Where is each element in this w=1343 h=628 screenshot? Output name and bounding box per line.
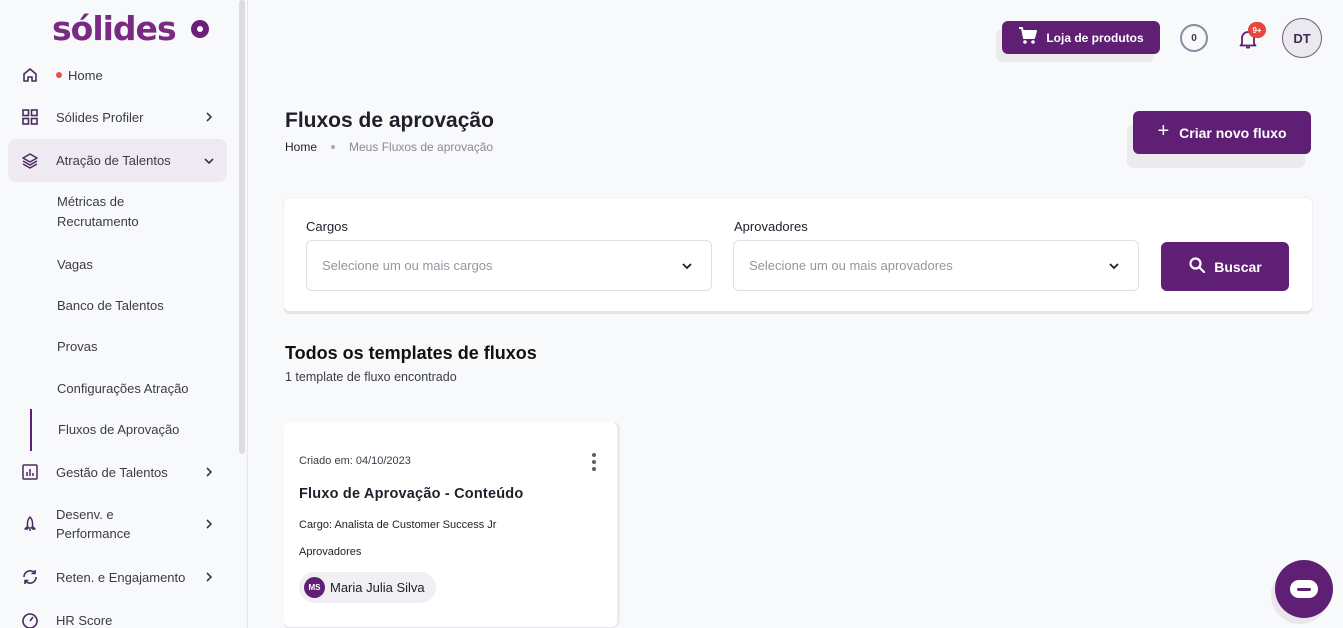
coins-counter[interactable]: 0 — [1180, 24, 1208, 52]
logo-dot-icon — [191, 20, 209, 38]
sidebar-item-label: Reten. e Engajamento — [56, 569, 186, 585]
template-card[interactable]: Criado em: 04/10/2023 Fluxo de Aprovação… — [284, 422, 617, 627]
chevron-right-icon — [203, 518, 215, 530]
chevron-down-icon — [1108, 260, 1120, 275]
sidebar-item-gestao-de-talentos[interactable]: Gestão de Talentos — [8, 461, 227, 483]
chevron-down-icon — [681, 260, 693, 275]
sidebar-item-solides-profiler[interactable]: Sólides Profiler — [8, 106, 227, 128]
sidebar-subitem-vagas[interactable]: Vagas — [57, 255, 93, 275]
cargos-placeholder: Selecione um ou mais cargos — [322, 258, 493, 273]
notifications-badge: 9+ — [1248, 22, 1266, 38]
templates-count: 1 template de fluxo encontrado — [285, 370, 457, 384]
templates-section-title: Todos os templates de fluxos — [285, 343, 537, 363]
template-approvers-label: Aprovadores — [299, 546, 362, 558]
chevron-right-icon — [203, 571, 215, 583]
subitem-label-line1: Métricas de — [57, 194, 125, 209]
label-line2: Performance — [56, 526, 131, 541]
layers-icon — [21, 152, 39, 170]
cart-icon — [1018, 27, 1038, 48]
gauge-icon — [21, 611, 39, 628]
aprovadores-select[interactable]: Selecione um ou mais aprovadores — [733, 240, 1139, 291]
sidebar-item-home[interactable]: Home — [8, 64, 227, 86]
rocket-icon — [21, 515, 39, 533]
active-indicator — [30, 409, 32, 451]
shop-button-label: Loja de produtos — [1046, 30, 1144, 45]
more-options-icon[interactable] — [587, 453, 601, 471]
sidebar-item-hr-score[interactable]: HR Score — [8, 609, 227, 628]
chevron-right-icon — [203, 111, 215, 123]
user-avatar[interactable]: DT — [1282, 18, 1322, 58]
sidebar-item-label: Desenv. e Performance — [56, 505, 130, 543]
label-line1: Desenv. e — [56, 507, 114, 522]
solides-logo[interactable]: sólides — [52, 8, 177, 48]
template-title: Fluxo de Aprovação - Conteúdo — [299, 486, 524, 502]
approver-avatar: MS — [304, 577, 325, 598]
approver-name: Maria Julia Silva — [330, 580, 425, 595]
template-created-date: Criado em: 04/10/2023 — [299, 455, 411, 467]
chat-icon — [1290, 580, 1318, 598]
search-button-label: Buscar — [1214, 258, 1262, 275]
plus-icon: + — [1157, 119, 1170, 142]
create-flow-label: Criar novo fluxo — [1179, 124, 1287, 141]
bar-chart-icon — [21, 463, 39, 481]
breadcrumb-home-link[interactable]: Home — [285, 140, 317, 154]
logo-text: sólides — [52, 8, 177, 48]
create-flow-button[interactable]: + Criar novo fluxo — [1133, 111, 1311, 154]
page-title: Fluxos de aprovação — [285, 109, 494, 132]
chevron-right-icon — [203, 466, 215, 478]
template-cargo: Cargo: Analista de Customer Success Jr — [299, 519, 497, 531]
sidebar-subitem-fluxos-de-aprovacao[interactable]: Fluxos de Aprovação — [58, 420, 179, 440]
sidebar-item-label: Gestão de Talentos — [56, 464, 168, 480]
sidebar-subitem-metricas[interactable]: Métricas de Recrutamento — [57, 192, 139, 232]
aprovadores-label: Aprovadores — [734, 219, 808, 234]
sidebar-subitem-provas[interactable]: Provas — [57, 337, 97, 357]
new-indicator-dot — [56, 72, 62, 79]
grid-icon — [21, 108, 39, 126]
sidebar-subitem-banco-de-talentos[interactable]: Banco de Talentos — [57, 296, 164, 316]
sidebar-item-label: Home — [56, 66, 103, 85]
breadcrumb-separator — [331, 145, 336, 149]
cargos-select[interactable]: Selecione um ou mais cargos — [306, 240, 712, 291]
sidebar-item-label: Atração de Talentos — [56, 153, 171, 168]
search-button[interactable]: Buscar — [1161, 242, 1289, 291]
refresh-icon — [21, 568, 39, 586]
sidebar: sólides Home Sólides Profiler Atração de… — [0, 0, 248, 628]
subitem-label-line2: Recrutamento — [57, 214, 139, 229]
chevron-down-icon — [203, 155, 215, 167]
shop-button[interactable]: Loja de produtos — [1002, 21, 1160, 54]
sidebar-item-reten-engajamento[interactable]: Reten. e Engajamento — [8, 566, 227, 588]
breadcrumb: Home Meus Fluxos de aprovação — [285, 140, 493, 154]
sidebar-item-label: HR Score — [56, 612, 113, 628]
sidebar-subitem-configuracoes[interactable]: Configurações Atração — [57, 379, 189, 399]
search-icon — [1188, 256, 1206, 277]
cargos-label: Cargos — [306, 219, 348, 234]
aprovadores-placeholder: Selecione um ou mais aprovadores — [749, 258, 953, 273]
sidebar-scrollbar[interactable] — [239, 0, 245, 454]
sidebar-item-atracao-de-talentos[interactable]: Atração de Talentos — [8, 139, 227, 182]
breadcrumb-current: Meus Fluxos de aprovação — [349, 140, 494, 154]
sidebar-item-desenv-performance[interactable]: Desenv. e Performance — [8, 504, 227, 544]
home-icon — [21, 66, 39, 84]
approver-chip: MS Maria Julia Silva — [299, 572, 436, 603]
filter-card: Cargos Selecione um ou mais cargos Aprov… — [284, 198, 1312, 311]
chat-support-button[interactable] — [1275, 560, 1333, 618]
sidebar-item-label: Sólides Profiler — [56, 109, 144, 125]
